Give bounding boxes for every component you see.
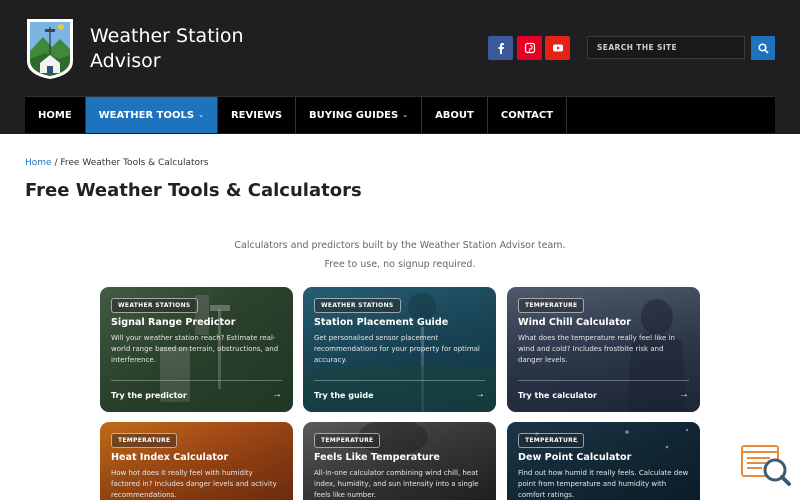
intro-text-line1: Calculators and predictors built by the … xyxy=(234,240,566,251)
card-badge: WEATHER STATIONS xyxy=(111,298,198,313)
search-button[interactable] xyxy=(751,36,775,60)
search-input[interactable] xyxy=(587,36,745,59)
card-divider xyxy=(518,380,689,381)
site-title[interactable]: Weather Station Advisor xyxy=(90,24,244,74)
nav-item-home[interactable]: HOME xyxy=(25,97,86,133)
tool-card-heat-index[interactable]: TEMPERATURE Heat Index Calculator How ho… xyxy=(100,422,293,500)
card-badge: TEMPERATURE xyxy=(111,433,178,448)
card-description: Get personalised sensor placement recomm… xyxy=(314,334,480,365)
pinterest-button[interactable] xyxy=(517,36,542,60)
card-divider xyxy=(314,380,485,381)
tool-card-signal-range[interactable]: WEATHER STATIONS Signal Range Predictor … xyxy=(100,287,293,412)
chevron-down-icon: ⌄ xyxy=(402,111,409,119)
site-title-line1: Weather Station xyxy=(90,25,244,47)
site-header: Weather Station Advisor HOME WEATHER TOO… xyxy=(0,0,800,134)
arrow-right-icon: → xyxy=(475,389,485,400)
card-badge: TEMPERATURE xyxy=(518,433,585,448)
card-description: All-in-one calculator combining wind chi… xyxy=(314,469,479,500)
breadcrumb-home-link[interactable]: Home xyxy=(25,158,52,168)
arrow-right-icon: → xyxy=(272,389,282,400)
card-description: Will your weather station reach? Estimat… xyxy=(111,334,279,365)
main-nav: HOME WEATHER TOOLS ⌄ REVIEWS BUYING GUIDE… xyxy=(25,96,775,133)
page-title: Free Weather Tools & Calculators xyxy=(25,180,362,201)
nav-item-buying-guides[interactable]: BUYING GUIDES ⌄ xyxy=(296,97,423,133)
card-divider xyxy=(111,380,282,381)
facebook-button[interactable] xyxy=(488,36,513,60)
nav-label: CONTACT xyxy=(500,109,554,121)
search-document-icon[interactable] xyxy=(740,444,792,488)
nav-item-reviews[interactable]: REVIEWS xyxy=(218,97,297,133)
card-badge: TEMPERATURE xyxy=(314,433,381,448)
card-description: Find out how humid it really feels. Calc… xyxy=(518,469,689,500)
site-title-line2: Advisor xyxy=(90,50,161,72)
arrow-right-icon: → xyxy=(679,389,689,400)
site-logo[interactable] xyxy=(25,17,75,80)
card-title: Dew Point Calculator xyxy=(518,452,632,463)
card-cta-link[interactable]: Try the predictor xyxy=(111,391,187,400)
card-title: Signal Range Predictor xyxy=(111,317,236,328)
youtube-button[interactable] xyxy=(545,36,570,60)
facebook-icon xyxy=(498,43,504,54)
chevron-down-icon: ⌄ xyxy=(198,111,204,119)
card-cta-link[interactable]: Try the guide xyxy=(314,391,374,400)
card-description: What does the temperature really feel li… xyxy=(518,334,675,365)
card-description: How hot does it really feel with humidit… xyxy=(111,469,277,500)
tool-card-dew-point[interactable]: TEMPERATURE Dew Point Calculator Find ou… xyxy=(507,422,700,500)
tool-card-station-placement[interactable]: WEATHER STATIONS Station Placement Guide… xyxy=(303,287,496,412)
nav-label: BUYING GUIDES xyxy=(309,109,399,121)
card-title: Wind Chill Calculator xyxy=(518,317,631,328)
tool-card-feels-like[interactable]: TEMPERATURE Feels Like Temperature All-i… xyxy=(303,422,496,500)
nav-item-contact[interactable]: CONTACT xyxy=(488,97,568,133)
nav-item-weather-tools[interactable]: WEATHER TOOLS ⌄ xyxy=(85,97,218,133)
card-badge: WEATHER STATIONS xyxy=(314,298,401,313)
nav-item-about[interactable]: ABOUT xyxy=(422,97,488,133)
pinterest-icon xyxy=(524,42,535,54)
nav-label: ABOUT xyxy=(435,109,474,121)
card-title: Station Placement Guide xyxy=(314,317,449,328)
breadcrumb-current: Free Weather Tools & Calculators xyxy=(60,158,209,168)
nav-label: HOME xyxy=(38,109,72,121)
card-title: Heat Index Calculator xyxy=(111,452,229,463)
nav-label: WEATHER TOOLS xyxy=(98,109,195,121)
card-title: Feels Like Temperature xyxy=(314,452,440,463)
card-badge: TEMPERATURE xyxy=(518,298,585,313)
tool-card-wind-chill[interactable]: TEMPERATURE Wind Chill Calculator What d… xyxy=(507,287,700,412)
search-icon xyxy=(757,42,769,54)
youtube-icon xyxy=(552,44,563,52)
card-cta-link[interactable]: Try the calculator xyxy=(518,391,597,400)
intro-text-line2: Free to use, no signup required. xyxy=(324,259,476,270)
nav-label: REVIEWS xyxy=(230,109,283,121)
breadcrumb-separator: / xyxy=(54,158,58,168)
breadcrumb: Home / Free Weather Tools & Calculators xyxy=(25,158,208,168)
